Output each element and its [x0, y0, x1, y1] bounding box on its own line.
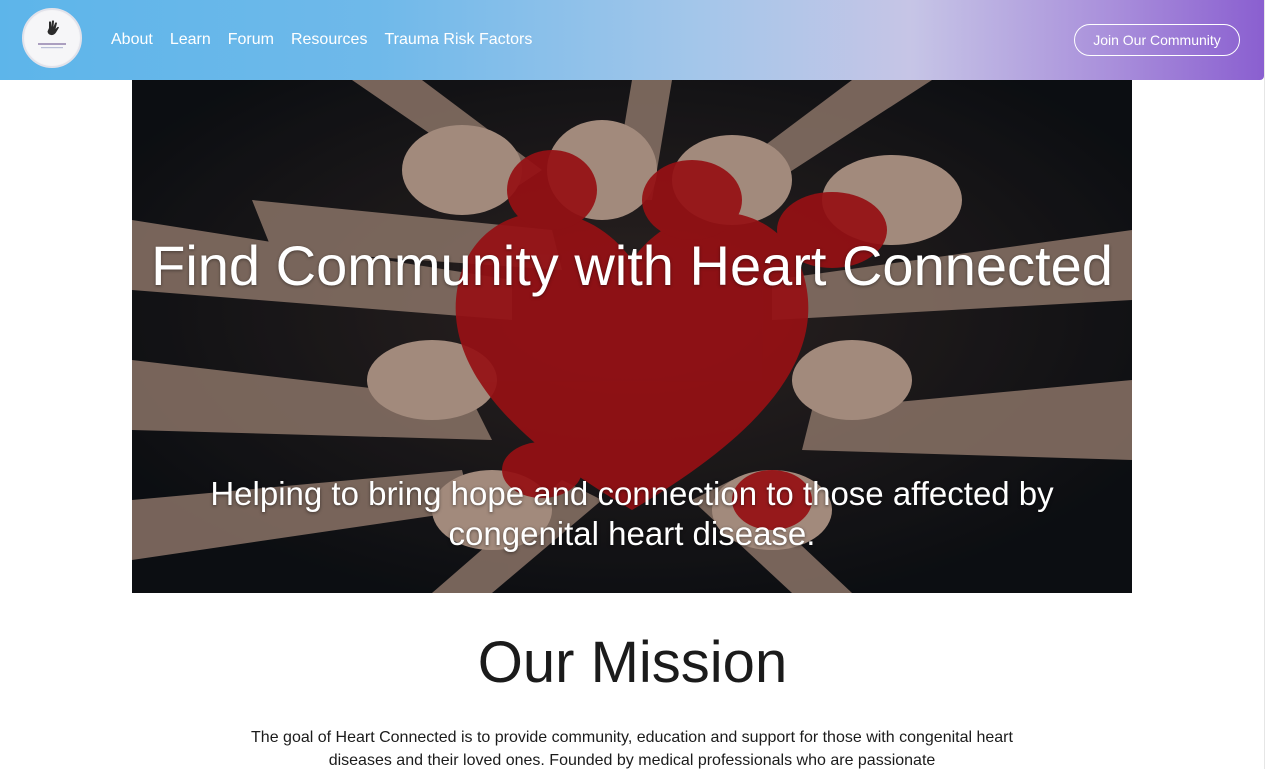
top-navbar: About Learn Forum Resources Trauma Risk … [0, 0, 1264, 80]
hand-icon [25, 11, 79, 65]
hero-banner: Find Community with Heart Connected Help… [132, 80, 1132, 593]
nav-link-resources[interactable]: Resources [291, 29, 367, 51]
nav-link-forum[interactable]: Forum [228, 29, 274, 51]
mission-heading: Our Mission [477, 630, 788, 695]
mission-text: The goal of Heart Connected is to provid… [251, 729, 1013, 769]
nav-link-learn[interactable]: Learn [170, 29, 211, 51]
nav-link-about[interactable]: About [111, 29, 153, 51]
hero-subtitle: Helping to bring hope and connection to … [210, 475, 1054, 552]
site-logo[interactable] [22, 8, 82, 68]
nav-links: About Learn Forum Resources Trauma Risk … [111, 29, 549, 51]
nav-link-trauma-risk-factors[interactable]: Trauma Risk Factors [384, 29, 532, 51]
join-community-button[interactable]: Join Our Community [1074, 24, 1240, 56]
hero-title: Find Community with Heart Connected [151, 234, 1113, 297]
